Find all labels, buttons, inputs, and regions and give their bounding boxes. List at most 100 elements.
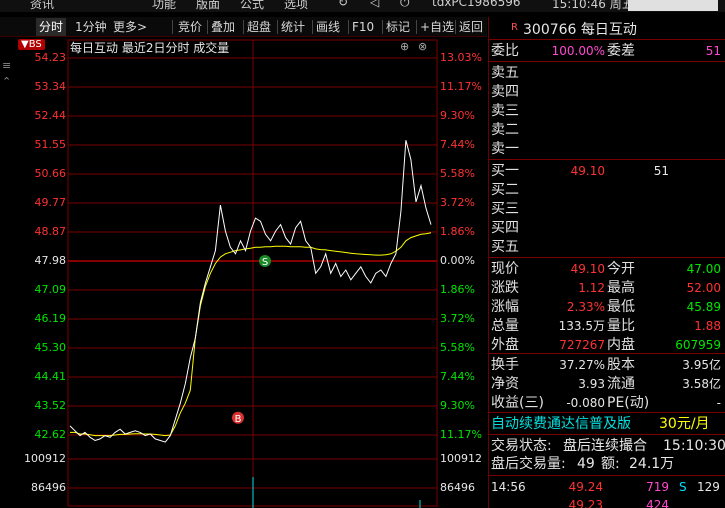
tick-price: 49.24: [568, 480, 603, 494]
bid-row[interactable]: 买五: [489, 238, 725, 256]
btn-f10[interactable]: F10: [349, 18, 377, 36]
buy-marker-label: B: [235, 414, 242, 425]
bid-row[interactable]: 买二: [489, 181, 725, 199]
trade-status-time: 15:10:30: [663, 438, 725, 454]
stat-value: 1.12: [578, 281, 605, 295]
power-icon[interactable]: ⏻: [400, 0, 410, 10]
bid-row[interactable]: 买三: [489, 200, 725, 218]
stat-row: 外盘 727267 内盘 607959: [489, 336, 725, 354]
finance-label-2: 流通: [607, 376, 635, 392]
promo-text[interactable]: 自动续费通达信普及版: [491, 415, 631, 433]
bid-label: 买三: [491, 201, 519, 217]
ask-row[interactable]: 卖三: [489, 102, 725, 120]
btn-jingjia[interactable]: 竞价: [175, 18, 205, 36]
ask-row[interactable]: 卖一: [489, 140, 725, 158]
price-tick-label: 52.44: [34, 109, 67, 122]
price-tick-label: 45.30: [34, 341, 67, 354]
price-tick-label: 48.87: [34, 225, 67, 238]
promo-price[interactable]: 30元/月: [659, 415, 710, 433]
price-tick-label: 44.41: [34, 370, 67, 383]
tab-1min[interactable]: 1分钟: [72, 18, 110, 36]
clock-time: 15:10:46 周五: [552, 0, 634, 11]
price-tick-label: 50.66: [34, 167, 67, 180]
btn-tongji[interactable]: 统计: [278, 18, 308, 36]
chart-canvas[interactable]: SB: [0, 38, 487, 508]
ask-row[interactable]: 卖四: [489, 83, 725, 101]
stat-label-2: 内盘: [607, 337, 635, 353]
pct-tick-label: 13.03%: [440, 51, 482, 64]
bid-row[interactable]: 买四: [489, 219, 725, 237]
stat-label-2: 最低: [607, 299, 635, 315]
bid-price: 49.10: [570, 164, 605, 178]
btn-chaopan[interactable]: 超盘: [244, 18, 274, 36]
tick-row: 49.23 424: [489, 496, 725, 508]
weicha-label: 委差: [607, 43, 635, 59]
nav-icon[interactable]: ◁: [370, 0, 379, 9]
stat-value-2: 52.00: [686, 281, 721, 295]
bid-row[interactable]: 买一 49.10 51: [489, 162, 725, 180]
menu-zixun[interactable]: 资讯: [30, 0, 54, 12]
bid-label: 买四: [491, 220, 519, 236]
finance-value: 37.27%: [559, 358, 605, 372]
stat-value: 133.5万: [558, 319, 605, 333]
ask-row[interactable]: 卖五: [489, 64, 725, 82]
menu-gongneng[interactable]: 功能: [152, 0, 176, 12]
stat-value-2: 45.89: [686, 300, 721, 314]
pct-tick-label: 11.17%: [440, 428, 482, 441]
btn-back[interactable]: 返回: [456, 18, 486, 36]
trade-status-label: 交易状态:: [491, 438, 552, 454]
tab-more[interactable]: 更多>: [110, 18, 150, 36]
btn-biaoji[interactable]: 标记: [383, 18, 413, 36]
avg-price-line: [70, 232, 432, 437]
pct-tick-label: 5.58%: [440, 341, 475, 354]
ask-label: 卖一: [491, 141, 519, 157]
stat-label-2: 量比: [607, 318, 635, 334]
stat-value-2: 47.00: [686, 262, 721, 276]
ask-row[interactable]: 卖二: [489, 121, 725, 139]
btn-huaxian[interactable]: 画线: [313, 18, 343, 36]
stat-value-2: 607959: [675, 338, 721, 352]
price-tick-label: 42.62: [34, 428, 67, 441]
price-tick-label: 46.19: [34, 312, 67, 325]
finance-value: 3.93: [578, 377, 605, 391]
pct-tick-label: 9.30%: [440, 109, 475, 122]
pct-tick-label: 5.58%: [440, 167, 475, 180]
ask-label: 卖四: [491, 84, 519, 100]
tick-row: 14:56 49.24 719 S 129: [489, 478, 725, 496]
pct-tick-label: 3.72%: [440, 312, 475, 325]
bid-label: 买五: [491, 239, 519, 255]
price-line: [69, 140, 432, 443]
window-controls[interactable]: [628, 0, 718, 11]
tick-count: 129: [697, 480, 720, 494]
pct-tick-label: 3.72%: [440, 196, 475, 209]
tick-time: 14:56: [491, 480, 526, 494]
chart-toolbar: 分时 1分钟 更多> 竞价 叠加 超盘 统计 画线 F10 标记 +自选 返回: [0, 17, 487, 37]
chart-title: 每日互动 最近2日分时 成交量: [70, 41, 230, 55]
zoom-icon[interactable]: ⊗: [418, 40, 427, 53]
bid-label: 买二: [491, 182, 519, 198]
finance-label-2: 股本: [607, 357, 635, 373]
finance-value-2: 3.58亿: [682, 377, 721, 391]
btn-diejia[interactable]: 叠加: [208, 18, 238, 36]
tab-fenshi[interactable]: 分时: [36, 18, 67, 36]
ask-label: 卖三: [491, 103, 519, 119]
stock-code-name: 300766 每日互动: [523, 22, 637, 38]
stat-label: 总量: [491, 318, 519, 334]
menu-gongshi[interactable]: 公式: [240, 0, 264, 12]
bs-badge[interactable]: ▼BS: [18, 39, 45, 50]
volume-tick-label-right: 100912: [440, 452, 482, 465]
btn-add-watchlist[interactable]: +自选: [417, 18, 457, 36]
price-tick-label: 47.98: [34, 254, 67, 267]
pct-tick-label: 1.86%: [440, 283, 475, 296]
stat-value: 2.33%: [566, 300, 605, 314]
after-hours-vol: 49: [577, 456, 595, 472]
finance-value-2: 3.95亿: [682, 358, 721, 372]
menu-xuanxiang[interactable]: 选项: [284, 0, 308, 12]
intraday-chart[interactable]: SB ▼BS 每日互动 最近2日分时 成交量 ⊕ ⊗ ≡ ⌃ 54.23 53.3…: [0, 38, 487, 508]
price-tick-label: 53.34: [34, 80, 67, 93]
r-badge: R: [511, 22, 518, 33]
settings-icon[interactable]: ⊕: [400, 40, 409, 53]
ask-label: 卖五: [491, 65, 519, 81]
menu-banmian[interactable]: 版面: [196, 0, 220, 12]
refresh-icon[interactable]: ↻: [338, 0, 348, 9]
